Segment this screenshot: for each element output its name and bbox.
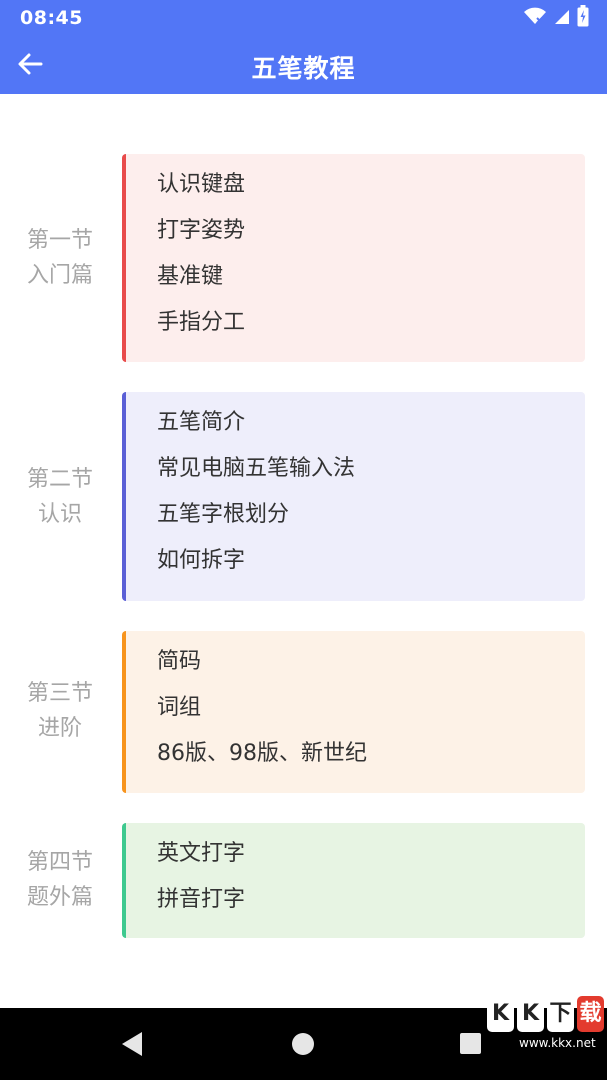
lesson-item[interactable]: 认识键盘 bbox=[157, 168, 585, 214]
wifi-icon bbox=[523, 6, 547, 30]
status-icons bbox=[523, 5, 589, 31]
lesson-item[interactable]: 简码 bbox=[157, 645, 585, 691]
section-label: 第一节 入门篇 bbox=[8, 223, 112, 293]
page-title: 五笔教程 bbox=[251, 54, 356, 83]
lesson-item[interactable]: 86版、98版、新世纪 bbox=[157, 737, 585, 783]
section-title: 进阶 bbox=[37, 716, 82, 741]
section-number: 第一节 bbox=[26, 228, 93, 253]
watermark-char: 载 bbox=[577, 996, 604, 1032]
section-number: 第四节 bbox=[26, 850, 93, 875]
nav-home-icon[interactable] bbox=[292, 1033, 314, 1055]
lesson-item[interactable]: 拼音打字 bbox=[157, 883, 585, 929]
lesson-item[interactable]: 基准键 bbox=[157, 260, 585, 306]
lesson-item[interactable]: 五笔字根划分 bbox=[157, 498, 585, 544]
section-card: 认识键盘 打字姿势 基准键 手指分工 bbox=[122, 154, 585, 362]
lesson-item[interactable]: 五笔简介 bbox=[157, 406, 585, 452]
section-card: 简码 词组 86版、98版、新世纪 bbox=[122, 631, 585, 793]
lesson-item[interactable]: 英文打字 bbox=[157, 837, 585, 883]
section-label: 第三节 进阶 bbox=[8, 676, 112, 746]
section-card: 英文打字 拼音打字 bbox=[122, 823, 585, 938]
lesson-item[interactable]: 打字姿势 bbox=[157, 214, 585, 260]
status-time: 08:45 bbox=[20, 7, 83, 29]
lesson-item[interactable]: 词组 bbox=[157, 691, 585, 737]
status-bar: 08:45 bbox=[0, 0, 607, 36]
watermark-char: K bbox=[517, 996, 544, 1032]
section-number: 第二节 bbox=[26, 467, 93, 492]
lesson-item[interactable]: 常见电脑五笔输入法 bbox=[157, 452, 585, 498]
watermark-char: 下 bbox=[547, 996, 574, 1032]
signal-icon bbox=[553, 7, 571, 29]
section-1: 第一节 入门篇 认识键盘 打字姿势 基准键 手指分工 bbox=[0, 154, 607, 362]
watermark: K K 下 载 www.kkx.net bbox=[487, 996, 604, 1052]
nav-recents-icon[interactable] bbox=[460, 1033, 481, 1054]
section-title: 入门篇 bbox=[26, 263, 93, 288]
watermark-url: www.kkx.net bbox=[519, 1036, 596, 1050]
section-title: 题外篇 bbox=[26, 885, 93, 910]
lesson-item[interactable]: 如何拆字 bbox=[157, 544, 585, 590]
app-bar: 五笔教程 bbox=[0, 36, 607, 94]
section-2: 第二节 认识 五笔简介 常见电脑五笔输入法 五笔字根划分 如何拆字 bbox=[0, 392, 607, 601]
section-3: 第三节 进阶 简码 词组 86版、98版、新世纪 bbox=[0, 631, 607, 793]
section-4: 第四节 题外篇 英文打字 拼音打字 bbox=[0, 823, 607, 938]
section-number: 第三节 bbox=[26, 681, 93, 706]
section-label: 第四节 题外篇 bbox=[8, 845, 112, 915]
battery-icon bbox=[577, 5, 589, 31]
section-card: 五笔简介 常见电脑五笔输入法 五笔字根划分 如何拆字 bbox=[122, 392, 585, 601]
lesson-item[interactable]: 手指分工 bbox=[157, 306, 585, 352]
section-label: 第二节 认识 bbox=[8, 462, 112, 532]
watermark-logo: K K 下 载 bbox=[487, 996, 604, 1032]
section-title: 认识 bbox=[37, 502, 82, 527]
watermark-char: K bbox=[487, 996, 514, 1032]
nav-back-icon[interactable] bbox=[122, 1032, 142, 1056]
